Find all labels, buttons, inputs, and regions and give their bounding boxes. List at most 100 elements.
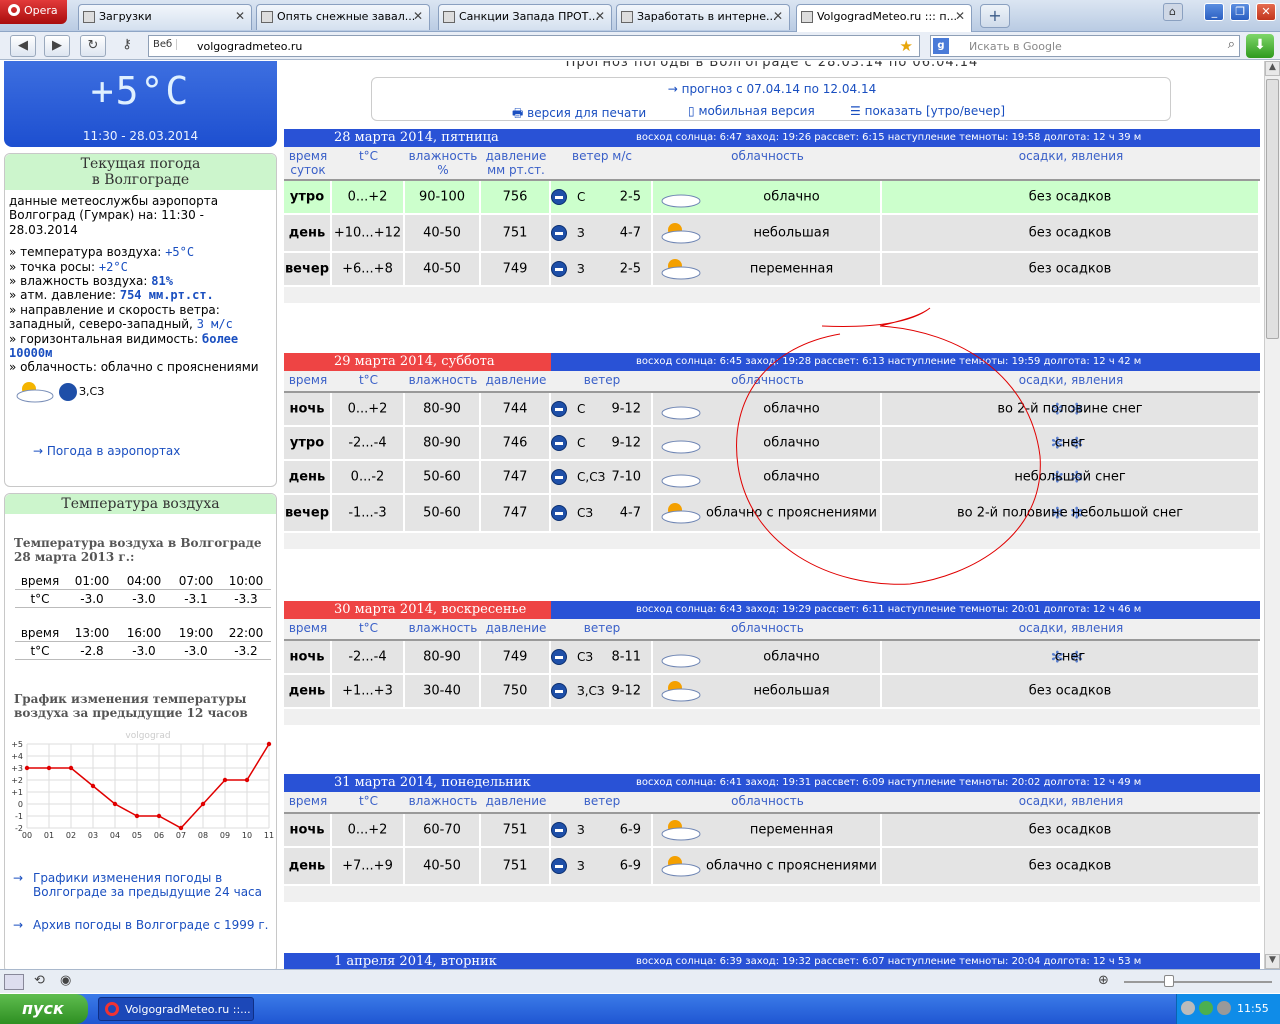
column-header: t°C xyxy=(358,373,379,387)
archive-link[interactable]: → Архив погоды в Волгограде с 1999 г. xyxy=(13,918,269,932)
zoom-slider-handle[interactable] xyxy=(1164,975,1174,987)
cell-value: 747 xyxy=(502,469,528,485)
back-button[interactable]: ◀ xyxy=(10,35,36,57)
wind-direction: С xyxy=(577,402,586,416)
tab-volgogradmeteo[interactable]: VolgogradMeteo.ru ::: п... ✕ xyxy=(796,4,972,32)
close-tab-icon[interactable]: ✕ xyxy=(235,9,245,23)
cell-value: 0...+2 xyxy=(347,189,388,205)
tab-news-2[interactable]: Санкции Запада ПРОТ... ✕ xyxy=(438,4,612,30)
cell-value: утро xyxy=(289,189,325,205)
forecast-cell: 0...+2 xyxy=(332,393,405,425)
forecast-cell: 60-70 xyxy=(405,814,481,846)
temperature-box: Температура воздуха Температура воздуха … xyxy=(4,493,277,969)
y-tick-label: +1 xyxy=(11,788,23,797)
wind-direction-icon xyxy=(551,469,567,485)
tray-arrow-icon[interactable] xyxy=(1181,1001,1195,1015)
partly-cloudy-icon xyxy=(661,223,701,244)
vertical-scrollbar[interactable]: ▲ ▼ xyxy=(1264,61,1280,969)
cell-value: 40-50 xyxy=(423,225,461,241)
wind-direction: З xyxy=(577,226,585,240)
next-forecast-link[interactable]: → прогноз с 07.04.14 по 12.04.14 xyxy=(372,82,1172,96)
reload-button[interactable]: ↻ xyxy=(80,35,106,57)
turbo-icon[interactable]: ◉ xyxy=(60,973,71,988)
forecast-cell: З,СЗ 9-12 xyxy=(551,675,653,707)
scroll-down-icon[interactable]: ▼ xyxy=(1265,954,1280,969)
close-button[interactable]: ✕ xyxy=(1256,3,1276,21)
forecast-row: утро 0...+2 90-100 756 С 2-5 облачно без осадко… xyxy=(284,181,1260,215)
x-tick-label: 02 xyxy=(66,831,76,840)
info-icon[interactable] xyxy=(1199,1001,1213,1015)
key-icon[interactable]: ⚷ xyxy=(114,35,140,57)
wind-direction-text: З,СЗ xyxy=(79,384,105,398)
scroll-thumb[interactable] xyxy=(1266,79,1279,339)
wind-speed: 6-9 xyxy=(619,822,641,838)
search-input[interactable]: g Искать в Google ⌕ xyxy=(930,35,1240,57)
opera-menu-button[interactable]: Opera xyxy=(0,0,67,24)
opera-icon xyxy=(105,1002,119,1016)
graphs-24h-link[interactable]: → Графики изменения погоды в Волгограде з… xyxy=(13,871,269,899)
column-header: ветер м/с xyxy=(572,149,632,163)
cell-value: 751 xyxy=(502,822,528,838)
x-tick-label: 07 xyxy=(176,831,186,840)
wind-direction-icon xyxy=(551,505,567,521)
close-tab-icon[interactable]: ✕ xyxy=(955,9,965,23)
cell-value: ночь xyxy=(289,822,325,838)
cell-value: +10...+12 xyxy=(333,225,402,241)
sync-icon[interactable]: ⟲ xyxy=(34,973,45,988)
close-tab-icon[interactable]: ✕ xyxy=(413,9,423,23)
tab-news-1[interactable]: Опять снежные завал... ✕ xyxy=(256,4,430,30)
minimize-button[interactable]: _ xyxy=(1204,3,1225,21)
wind-direction: З xyxy=(577,823,585,837)
forecast-cell: 747 xyxy=(481,461,551,493)
tab-earn[interactable]: Заработать в интерне... ✕ xyxy=(616,4,790,30)
cell-value: день xyxy=(288,469,326,485)
forecast-links-box: → прогноз с 07.04.14 по 12.04.14 🖶 верси… xyxy=(371,77,1171,121)
temperature-box-title: Температура воздуха xyxy=(5,494,276,514)
search-icon[interactable]: ⌕ xyxy=(1228,37,1235,52)
print-version-link[interactable]: 🖶 версия для печати xyxy=(512,104,646,125)
cell-value: 40-50 xyxy=(423,858,461,874)
new-tab-button[interactable]: + xyxy=(980,4,1010,28)
trash-icon[interactable]: ⌂ xyxy=(1162,3,1183,21)
column-header: давление мм рт.ст. xyxy=(485,149,547,177)
table-row: время 13:00 16:00 19:00 22:00 xyxy=(15,624,271,642)
page-title: Прогноз погоды в Волгограде с 28.03.14 п… xyxy=(565,61,979,70)
cell-value: 749 xyxy=(502,649,528,665)
address-bar[interactable]: Веб volgogradmeteo.ru ★ xyxy=(148,35,920,57)
zoom-icon[interactable]: ⊕ xyxy=(1098,973,1109,988)
network-icon[interactable] xyxy=(1217,1001,1231,1015)
list-icon: ☰ xyxy=(850,104,861,118)
wind-direction: С,СЗ xyxy=(577,470,606,484)
maximize-button[interactable]: ❐ xyxy=(1230,3,1251,21)
forecast-cell: 751 xyxy=(481,814,551,846)
precipitation: без осадков xyxy=(1028,822,1112,838)
forecast-cell: день xyxy=(284,461,332,493)
x-tick-label: 09 xyxy=(220,831,230,840)
data-point xyxy=(266,741,272,747)
phone-icon: ▯ xyxy=(688,104,695,118)
forward-button[interactable]: ▶ xyxy=(44,35,70,57)
table-footer xyxy=(284,886,1260,902)
forecast-cell: 756 xyxy=(481,181,551,213)
taskbar-item-opera[interactable]: VolgogradMeteo.ru ::... xyxy=(98,997,254,1021)
close-tab-icon[interactable]: ✕ xyxy=(595,9,605,23)
panel-toggle-icon[interactable] xyxy=(4,974,24,990)
download-arrow-icon[interactable]: ⬇ xyxy=(1246,34,1274,58)
cell-value: 750 xyxy=(502,683,528,699)
close-tab-icon[interactable]: ✕ xyxy=(773,9,783,23)
tab-downloads[interactable]: Загрузки ✕ xyxy=(78,4,252,30)
forecast-cell: небольшая xyxy=(653,675,882,707)
show-toggle-link[interactable]: ☰ показать [утро/вечер] xyxy=(850,104,1005,118)
airports-weather-link[interactable]: → Погода в аэропортах xyxy=(33,444,180,458)
cloud-icon xyxy=(661,406,701,420)
cell-value: ночь xyxy=(289,401,325,417)
scroll-up-icon[interactable]: ▲ xyxy=(1265,61,1280,76)
start-button[interactable]: пуск xyxy=(0,994,88,1024)
bookmark-star-icon[interactable]: ★ xyxy=(900,37,913,55)
zoom-slider[interactable] xyxy=(1124,981,1272,983)
forecast-cell: -1...-3 xyxy=(332,495,405,531)
forecast-cell: С 9-12 xyxy=(551,427,653,459)
column-header: ветер xyxy=(583,621,621,635)
mobile-version-link[interactable]: ▯ мобильная версия xyxy=(688,104,815,118)
sun-info: восход солнца: 6:47 заход: 19:26 рассвет… xyxy=(636,132,1142,143)
